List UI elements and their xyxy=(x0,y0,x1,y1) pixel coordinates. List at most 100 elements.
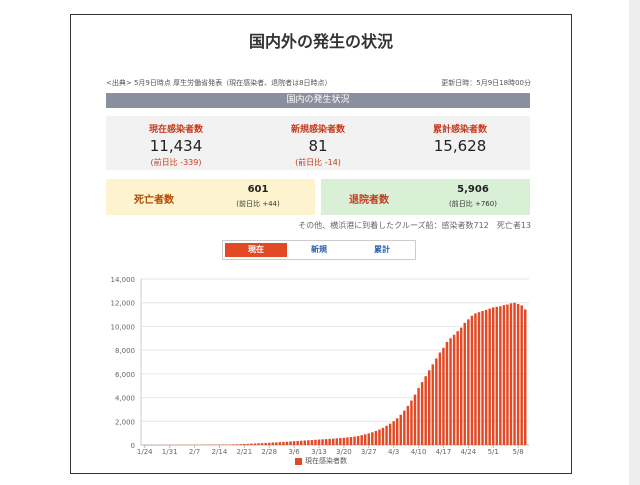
recovered-box: 退院者数 5,906 (前日比 +760) xyxy=(321,179,530,215)
bar xyxy=(257,443,260,445)
bar xyxy=(491,307,495,445)
bar xyxy=(239,444,243,445)
cumulative-cases-stat: 累計感染者数 15,628 xyxy=(390,122,530,155)
x-tick-label: 4/3 xyxy=(388,448,399,455)
y-tick-label: 8,000 xyxy=(115,347,135,355)
x-tick-label: 4/17 xyxy=(436,448,452,455)
bar xyxy=(410,400,413,445)
bar xyxy=(484,309,488,445)
bar xyxy=(374,431,378,445)
bar xyxy=(275,442,278,445)
current-cases-stat: 現在感染者数 11,434 (前日比 -339) xyxy=(106,122,246,168)
bar xyxy=(523,309,527,445)
recovered-value: 5,906 xyxy=(457,184,489,195)
bar xyxy=(367,433,371,445)
bar xyxy=(285,441,289,445)
bar xyxy=(353,436,356,445)
update-time: 更新日時：5月9日18時00分 xyxy=(441,79,531,87)
bar xyxy=(296,440,299,445)
bar xyxy=(378,429,381,445)
bar xyxy=(452,334,456,445)
x-tick-label: 5/1 xyxy=(488,448,499,455)
bar xyxy=(331,438,335,445)
bar xyxy=(385,425,388,445)
y-tick-label: 12,000 xyxy=(111,300,136,308)
bar xyxy=(420,382,424,445)
x-tick-label: 3/20 xyxy=(336,448,352,455)
bar xyxy=(310,440,314,445)
new-cases-value: 81 xyxy=(308,137,328,155)
new-cases-label: 新規感染者数 xyxy=(290,125,345,135)
bar xyxy=(356,435,360,445)
bar xyxy=(317,439,321,445)
bar xyxy=(267,442,271,445)
scrollbar-track[interactable] xyxy=(629,0,640,485)
bar xyxy=(260,443,264,445)
bar xyxy=(282,441,285,445)
bar xyxy=(506,304,509,445)
bar xyxy=(324,439,328,445)
bar xyxy=(278,442,282,445)
new-cases-diff: (前日比 -14) xyxy=(295,158,341,167)
bar xyxy=(431,364,435,445)
y-tick-label: 14,000 xyxy=(111,276,136,284)
bar xyxy=(399,414,403,445)
bar xyxy=(417,388,420,445)
bar xyxy=(232,444,235,445)
y-tick-label: 2,000 xyxy=(115,418,135,426)
bar xyxy=(381,427,385,445)
bar xyxy=(349,436,353,445)
bar xyxy=(435,358,438,445)
new-cases-stat: 新規感染者数 81 (前日比 -14) xyxy=(248,122,388,168)
bar xyxy=(516,303,520,445)
deaths-label: 死亡者数 xyxy=(134,195,174,206)
x-tick-label: 3/13 xyxy=(311,448,327,455)
bar xyxy=(520,305,523,445)
current-cases-diff: (前日比 -339) xyxy=(150,158,202,167)
recovered-diff: (前日比 +760) xyxy=(449,200,497,208)
page-title: 国内外の発生の状況 xyxy=(248,32,393,51)
bar xyxy=(388,423,392,445)
current-cases-value: 11,434 xyxy=(149,137,203,155)
info-panel: 国内外の発生の状況 <出典> 5月9日時点 厚生労働省発表（現在感染者、退院者は… xyxy=(70,14,572,474)
cumulative-cases-label: 累計感染者数 xyxy=(432,125,487,135)
bar xyxy=(456,331,459,445)
bar xyxy=(360,435,363,445)
x-tick-label: 3/27 xyxy=(361,448,377,455)
cases-chart: 0 2,000 4,000 6,000 8,000 10,000 12,000 14,000 1… xyxy=(111,276,529,455)
bar xyxy=(235,444,239,445)
y-tick-label: 4,000 xyxy=(115,395,135,403)
bar xyxy=(314,439,317,445)
bar xyxy=(499,306,502,445)
x-tick-label: 2/28 xyxy=(261,448,277,455)
bar xyxy=(228,444,232,445)
bar xyxy=(253,443,257,445)
x-tick-label: 1/31 xyxy=(162,448,178,455)
bar xyxy=(477,312,481,445)
x-tick-label: 4/24 xyxy=(460,448,476,455)
deaths-value: 601 xyxy=(247,184,269,195)
bar xyxy=(299,440,303,445)
bar xyxy=(509,303,513,445)
bar xyxy=(495,306,499,445)
cruise-ship-note: その他、横浜港に到着したクルーズ船：感染者数712 死亡者13 xyxy=(298,221,531,230)
x-tick-label: 2/7 xyxy=(189,448,200,455)
y-tick-label: 10,000 xyxy=(111,323,136,331)
bar xyxy=(371,432,374,445)
x-tick-label: 3/6 xyxy=(288,448,300,455)
bar xyxy=(243,443,246,445)
bar xyxy=(502,305,506,445)
bar xyxy=(413,394,417,445)
y-tick-label: 0 xyxy=(131,442,135,450)
bar xyxy=(303,440,307,445)
bar xyxy=(264,442,267,445)
x-tick-label: 5/8 xyxy=(512,448,523,455)
bar xyxy=(321,439,324,445)
recovered-label: 退院者数 xyxy=(349,195,389,206)
bar xyxy=(406,405,410,445)
bar xyxy=(424,376,427,445)
legend-swatch xyxy=(295,457,302,465)
bar xyxy=(481,311,484,445)
x-tick-label: 4/10 xyxy=(411,448,427,455)
x-tick-label: 2/21 xyxy=(236,448,252,455)
